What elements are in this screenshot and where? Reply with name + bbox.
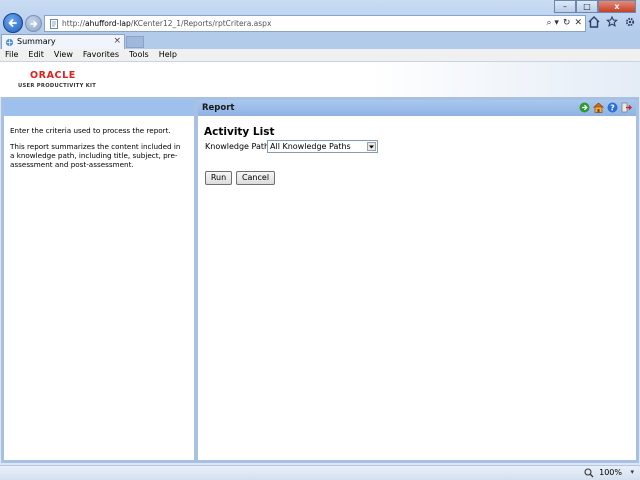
tab-close-icon[interactable]: × [113,36,121,46]
forward-arrow-icon [30,20,38,28]
left-panel-header [4,100,194,116]
minimize-button[interactable]: – [554,0,576,13]
tab-bar: Summary × [0,34,640,49]
knowledge-path-value: All Knowledge Paths [270,142,351,151]
browser-toolbar-icons [588,15,636,29]
back-button[interactable] [3,13,23,33]
criteria-help-panel: Enter the criteria used to process the r… [1,97,197,463]
settings-gear-icon[interactable] [624,15,636,29]
maximize-button[interactable]: □ [576,0,598,13]
help-text: Enter the criteria used to process the r… [10,126,185,169]
close-window-button[interactable]: x [598,0,636,13]
help-icon[interactable]: ? [607,102,618,113]
page-header: ORACLE USER PRODUCTIVITY KIT [0,62,640,97]
logo-brand: ORACLE [30,70,76,81]
logo-product: USER PRODUCTIVITY KIT [18,83,97,89]
instruction-text: Enter the criteria used to process the r… [10,126,171,135]
knowledge-path-select[interactable]: All Knowledge Paths [267,140,378,153]
menu-help[interactable]: Help [154,49,182,61]
menu-favorites[interactable]: Favorites [78,49,124,61]
knowledge-path-label: Knowledge Path [205,142,270,151]
zoom-magnifier-icon[interactable] [584,468,594,478]
refresh-icon[interactable]: ↻ [563,18,571,28]
home-icon[interactable] [593,102,604,113]
menu-view[interactable]: View [49,49,78,61]
menu-file[interactable]: File [0,49,23,61]
tab-summary[interactable]: Summary × [1,34,125,49]
menu-bar: File Edit View Favorites Tools Help [0,49,640,62]
report-header-icons: ? [579,102,632,113]
header-gradient [370,62,640,97]
address-tools: ⌕ ▾ ↻ ✕ [546,18,582,28]
status-bar: 100% ▾ [0,465,640,480]
search-dropdown-icon[interactable]: ⌕ ▾ [546,18,558,28]
run-button[interactable]: Run [205,171,232,185]
stop-icon[interactable]: ✕ [574,18,582,28]
new-tab-button[interactable] [126,36,144,48]
zoom-level[interactable]: 100% [599,468,622,477]
back-arrow-icon [8,19,17,27]
address-url[interactable]: http://ahufford-lap/KCenter12_1/Reports/… [62,19,271,28]
favorites-star-icon[interactable] [605,15,619,29]
page-icon [5,38,14,47]
address-bar[interactable]: http://ahufford-lap/KCenter12_1/Reports/… [44,15,586,32]
window-controls: – □ x [554,0,636,13]
home-icon[interactable] [588,15,600,29]
browser-titlebar: – □ x http://ahufford-lap/KCenter12_1/Re… [0,0,640,34]
go-forward-icon[interactable] [579,102,590,113]
svg-text:?: ? [610,103,615,112]
page-icon [50,19,58,29]
cancel-button[interactable]: Cancel [236,171,275,185]
zoom-dropdown-icon[interactable]: ▾ [630,468,634,476]
oracle-upk-logo: ORACLE USER PRODUCTIVITY KIT [18,70,96,89]
report-panel: Report ? Activity List Knowledge Path Al… [196,97,639,463]
tab-label: Summary [17,37,56,46]
menu-edit[interactable]: Edit [23,49,49,61]
description-text: This report summarizes the content inclu… [10,142,181,169]
forward-button[interactable] [25,15,42,32]
logout-icon[interactable] [621,102,632,113]
dropdown-arrow-icon[interactable] [367,142,376,151]
page-title: Activity List [204,126,275,138]
menu-tools[interactable]: Tools [124,49,154,61]
report-header-title: Report [202,103,235,113]
report-header: Report ? [198,100,636,116]
